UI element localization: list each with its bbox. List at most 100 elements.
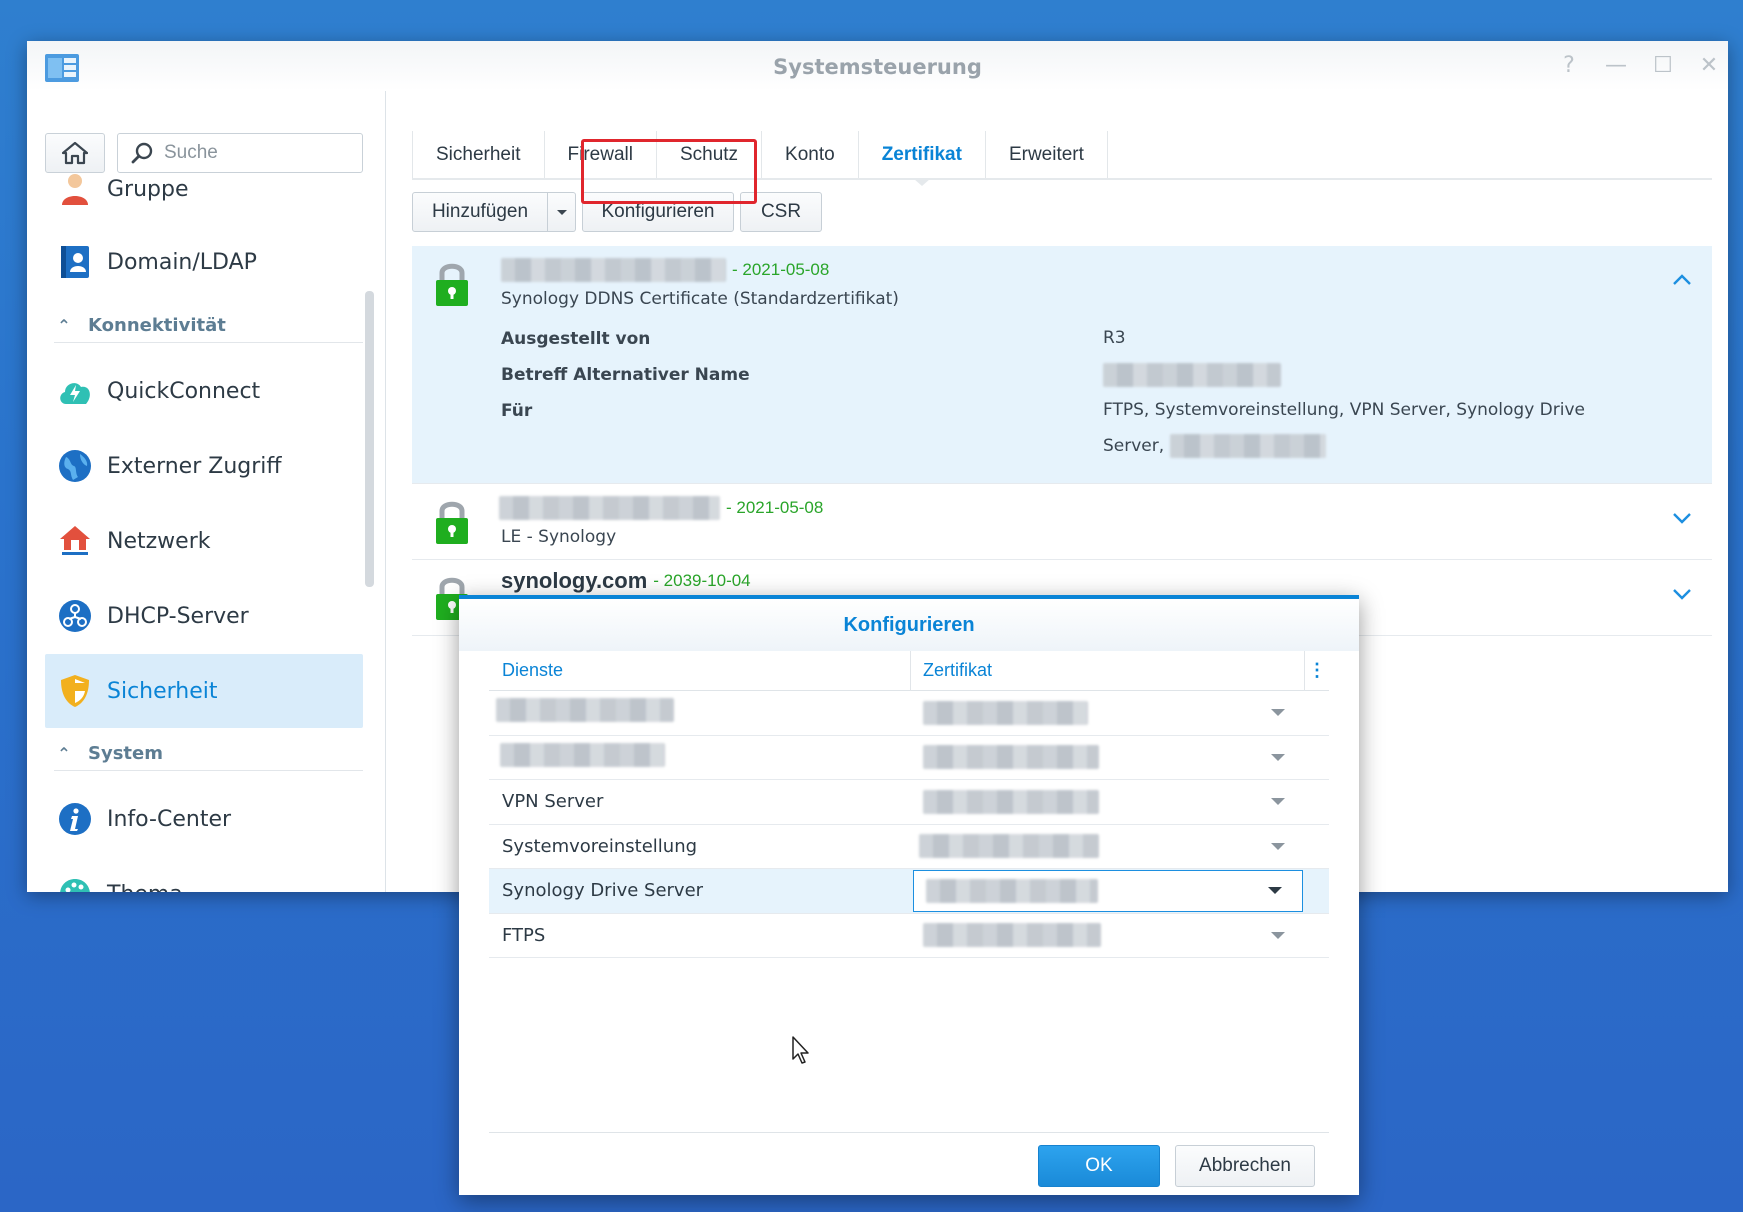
- section-system[interactable]: ⌃ System: [54, 737, 363, 771]
- redacted-value: [923, 700, 1088, 725]
- close-icon[interactable]: ✕: [1695, 53, 1723, 79]
- redacted-value: [496, 698, 674, 723]
- certificate-title: - 2021-05-08: [499, 496, 823, 520]
- sidebar-item-label: Thema: [107, 882, 183, 893]
- sidebar-item-label: Gruppe: [107, 176, 189, 202]
- table-row[interactable]: [489, 691, 1329, 736]
- mouse-cursor-icon: [792, 1036, 809, 1064]
- table-row[interactable]: [489, 736, 1329, 780]
- chevron-up-icon[interactable]: [1670, 268, 1694, 292]
- sidebar-scrollbar[interactable]: [365, 291, 374, 587]
- certificate-list: - 2021-05-08 Synology DDNS Certificate (…: [412, 246, 1712, 636]
- maximize-icon[interactable]: ☐: [1649, 53, 1677, 79]
- certificate-select[interactable]: [911, 825, 1305, 867]
- sidebar-item-quickconnect[interactable]: QuickConnect: [45, 354, 363, 428]
- sidebar-item-label: QuickConnect: [107, 378, 261, 404]
- certificate-select[interactable]: [911, 914, 1305, 956]
- cancel-button[interactable]: Abbrechen: [1175, 1145, 1315, 1187]
- sidebar-item-thema[interactable]: Thema: [45, 857, 363, 892]
- network-house-icon: [57, 523, 93, 559]
- certificate-item[interactable]: - 2021-05-08 Synology DDNS Certificate (…: [412, 246, 1712, 484]
- detail-value-line-2: Server,: [1103, 428, 1663, 464]
- section-konnektivitaet[interactable]: ⌃ Konnektivität: [54, 309, 363, 343]
- group-icon: [57, 171, 93, 207]
- redacted-value: [1103, 363, 1281, 387]
- expiry-date: - 2039-10-04: [653, 571, 751, 590]
- sidebar-item-dhcp-server[interactable]: DHCP-Server: [45, 579, 363, 653]
- column-header-services[interactable]: Dienste: [489, 650, 911, 691]
- caret-down-icon: [1268, 887, 1282, 895]
- expiry-date: - 2021-05-08: [726, 498, 824, 517]
- sidebar-item-netzwerk[interactable]: Netzwerk: [45, 504, 363, 578]
- highlight-annotation: [581, 139, 757, 204]
- tab-zertifikat[interactable]: Zertifikat: [859, 131, 986, 186]
- expiry-date: - 2021-05-08: [732, 260, 830, 279]
- column-header-certificate[interactable]: Zertifikat: [911, 650, 1305, 691]
- quickconnect-icon: [57, 373, 93, 409]
- caret-down-icon: [556, 209, 567, 215]
- certificate-subtitle: Synology DDNS Certificate (Standardzerti…: [501, 289, 899, 309]
- info-icon: [57, 801, 93, 837]
- palette-icon: [57, 876, 93, 892]
- dialog-title: Konfigurieren: [459, 599, 1359, 651]
- column-menu-icon[interactable]: ⋮: [1305, 660, 1329, 681]
- window-title: Systemsteuerung: [773, 55, 982, 79]
- redacted-value: [1170, 434, 1327, 458]
- redacted-name: [499, 496, 720, 520]
- certificate-title: synology.com - 2039-10-04: [501, 568, 751, 594]
- redacted-value: [500, 742, 665, 767]
- redacted-value: [923, 789, 1099, 814]
- detail-label: Ausgestellt von: [501, 329, 651, 349]
- caret-down-icon: [1271, 753, 1285, 761]
- table-row[interactable]: VPN Server: [489, 780, 1329, 825]
- section-label: System: [88, 743, 163, 764]
- sidebar-item-domain-ldap[interactable]: Domain/LDAP: [45, 225, 363, 299]
- titlebar: Systemsteuerung ? — ☐ ✕: [27, 41, 1728, 91]
- tab-konto[interactable]: Konto: [762, 131, 859, 178]
- chevron-down-icon[interactable]: [1670, 582, 1694, 606]
- sidebar-item-gruppe[interactable]: Gruppe: [45, 161, 363, 217]
- certificate-select[interactable]: [911, 736, 1305, 778]
- sidebar-item-label: Externer Zugriff: [107, 453, 282, 479]
- help-icon[interactable]: ?: [1555, 53, 1583, 79]
- certificate-item[interactable]: - 2021-05-08 LE - Synology: [412, 484, 1712, 560]
- add-split-button: Hinzufügen: [412, 192, 576, 234]
- table-row[interactable]: FTPS: [489, 914, 1329, 958]
- service-cell: [489, 698, 911, 727]
- grid-header: Dienste Zertifikat ⋮: [489, 650, 1329, 691]
- add-button[interactable]: Hinzufügen: [412, 192, 548, 232]
- tab-erweitert[interactable]: Erweitert: [986, 131, 1108, 178]
- sidebar-item-label: Info-Center: [107, 806, 232, 832]
- ok-button[interactable]: OK: [1038, 1145, 1160, 1187]
- minimize-icon[interactable]: —: [1602, 53, 1630, 79]
- sidebar-item-externer-zugriff[interactable]: Externer Zugriff: [45, 429, 363, 503]
- tab-sicherheit[interactable]: Sicherheit: [412, 131, 545, 178]
- lock-icon: [436, 263, 468, 306]
- service-name: Systemvoreinstellung: [502, 835, 698, 857]
- table-row[interactable]: Systemvoreinstellung: [489, 825, 1329, 869]
- certificate-select-active[interactable]: [913, 869, 1303, 912]
- section-label: Konnektivität: [88, 315, 226, 336]
- services-grid: Dienste Zertifikat ⋮ VPN Server Systemvo…: [489, 650, 1329, 958]
- sidebar-item-sicherheit[interactable]: Sicherheit: [45, 654, 363, 728]
- certificate-select[interactable]: [911, 692, 1305, 734]
- sidebar-item-label: Netzwerk: [107, 528, 211, 554]
- table-row-selected[interactable]: Synology Drive Server: [489, 869, 1329, 914]
- caret-down-icon: [1271, 931, 1285, 939]
- chevron-down-icon[interactable]: [1670, 506, 1694, 530]
- chevron-up-icon: ⌃: [57, 744, 71, 763]
- lock-icon: [436, 501, 468, 544]
- sidebar-item-info-center[interactable]: Info-Center: [45, 782, 363, 856]
- detail-value: FTPS, Systemvoreinstellung, VPN Server, …: [1103, 392, 1663, 464]
- certificate-select[interactable]: [911, 781, 1305, 823]
- add-dropdown-button[interactable]: [548, 192, 576, 232]
- detail-label: Betreff Alternativer Name: [501, 365, 750, 385]
- sidebar-item-label: DHCP-Server: [107, 603, 249, 629]
- service-name: Synology Drive Server: [502, 880, 704, 902]
- redacted-value: [926, 878, 1098, 903]
- caret-down-icon: [1271, 709, 1285, 717]
- detail-value-line: FTPS, Systemvoreinstellung, VPN Server, …: [1103, 400, 1586, 420]
- chevron-up-icon: ⌃: [57, 316, 71, 335]
- sidebar-item-label: Domain/LDAP: [107, 249, 257, 275]
- redacted-name: [501, 258, 726, 282]
